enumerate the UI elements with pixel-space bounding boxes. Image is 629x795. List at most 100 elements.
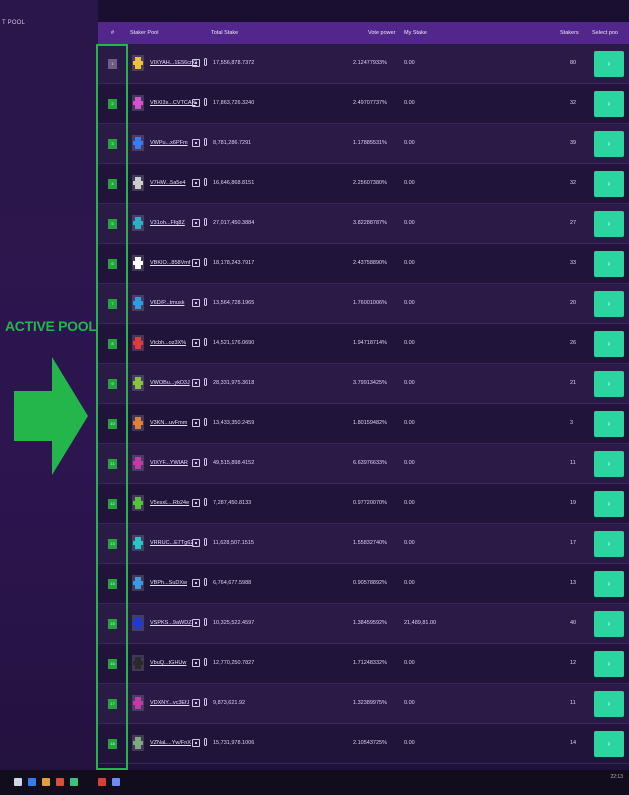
avatar-color: [135, 377, 141, 381]
pool-address-link[interactable]: VbuQ...tGHUw: [150, 660, 186, 666]
pool-address-link[interactable]: VBKIO...858Vmf: [150, 260, 190, 266]
link-icon[interactable]: [204, 178, 207, 186]
app-icon[interactable]: [70, 778, 78, 786]
pool-address-link[interactable]: VBXI3s...CVTCAN: [150, 100, 196, 106]
pool-address-link[interactable]: VIXYAH...1E56cnO: [150, 60, 197, 66]
copy-icon[interactable]: [192, 739, 200, 747]
app-icon[interactable]: [56, 778, 64, 786]
pool-address-link[interactable]: V7HW...5a5e4: [150, 180, 185, 186]
pool-address-link[interactable]: VSPKS...9aWDZ: [150, 620, 192, 626]
link-icon[interactable]: [204, 578, 207, 586]
header-vote-power: Vote power: [368, 30, 396, 36]
select-pool-button[interactable]: ›: [594, 331, 624, 357]
pool-address-link[interactable]: VWPu...x6PFm: [150, 140, 188, 146]
header-pool: Staker Pool: [130, 30, 159, 36]
pool-address-link[interactable]: VRRUC...E7Tg62: [150, 540, 193, 546]
app-icon[interactable]: [98, 778, 106, 786]
my-stake: 0.00: [404, 180, 415, 186]
app-icon[interactable]: [112, 778, 120, 786]
stakers-count: 19: [570, 500, 577, 506]
link-icon[interactable]: [204, 258, 207, 266]
table-row: 12 V5esxL...Rb24e 7,287,450.8133 0.97720070…: [98, 484, 629, 524]
copy-icon[interactable]: [192, 459, 200, 467]
copy-icon[interactable]: [192, 139, 200, 147]
pool-address-link[interactable]: V5esxL...Rb24e: [150, 500, 189, 506]
pool-address-link[interactable]: VZNaL...Yw/FnX: [150, 740, 191, 746]
copy-icon[interactable]: [192, 619, 200, 627]
copy-icon[interactable]: [192, 219, 200, 227]
vote-power: 1.17885531%: [353, 140, 387, 146]
select-pool-button[interactable]: ›: [594, 291, 624, 317]
select-pool-button[interactable]: ›: [594, 131, 624, 157]
pool-address-link[interactable]: V6D/P...tmusk: [150, 300, 184, 306]
pool-address-link[interactable]: VIXYF...YWIAR: [150, 460, 188, 466]
header-my-stake: My Stake: [404, 30, 427, 36]
table-row: 14 VBPh...SuDXw 6,764,677.5988 0.90578892% 0…: [98, 564, 629, 604]
link-icon[interactable]: [204, 418, 207, 426]
link-icon[interactable]: [204, 618, 207, 626]
pool-address-link[interactable]: VWOBu...ykD3J: [150, 380, 190, 386]
select-pool-button[interactable]: ›: [594, 731, 624, 757]
copy-icon[interactable]: [192, 259, 200, 267]
copy-icon[interactable]: [192, 699, 200, 707]
link-icon[interactable]: [204, 298, 207, 306]
vote-power: 6.63976633%: [353, 460, 387, 466]
pool-address-link[interactable]: VBPh...SuDXw: [150, 580, 187, 586]
select-pool-button[interactable]: ›: [594, 531, 624, 557]
vote-power: 2.12477933%: [353, 60, 387, 66]
link-icon[interactable]: [204, 698, 207, 706]
link-icon[interactable]: [204, 378, 207, 386]
total-stake: 15,731,978.1006: [213, 740, 255, 746]
pool-address-link[interactable]: Vtcbh...oz3X%: [150, 340, 186, 346]
my-stake: 0.00: [404, 220, 415, 226]
copy-icon[interactable]: [192, 659, 200, 667]
link-icon[interactable]: [204, 58, 207, 66]
pool-address-link[interactable]: VDXNY...vc3EfJ: [150, 700, 189, 706]
link-icon[interactable]: [204, 98, 207, 106]
table-row: 6 VBKIO...858Vmf 18,178,243.7917 2.43758890…: [98, 244, 629, 284]
avatar-color: [135, 177, 141, 181]
link-icon[interactable]: [204, 498, 207, 506]
select-pool-button[interactable]: ›: [594, 451, 624, 477]
link-icon[interactable]: [204, 218, 207, 226]
copy-icon[interactable]: [192, 539, 200, 547]
select-pool-button[interactable]: ›: [594, 651, 624, 677]
copy-icon[interactable]: [192, 59, 200, 67]
link-icon[interactable]: [204, 458, 207, 466]
copy-icon[interactable]: [192, 179, 200, 187]
copy-icon[interactable]: [192, 419, 200, 427]
copy-icon[interactable]: [192, 299, 200, 307]
copy-icon[interactable]: [192, 499, 200, 507]
link-icon[interactable]: [204, 138, 207, 146]
select-pool-button[interactable]: ›: [594, 371, 624, 397]
select-pool-button[interactable]: ›: [594, 611, 624, 637]
select-pool-button[interactable]: ›: [594, 251, 624, 277]
select-pool-button[interactable]: ›: [594, 211, 624, 237]
link-icon[interactable]: [204, 538, 207, 546]
copy-icon[interactable]: [192, 339, 200, 347]
select-pool-button[interactable]: ›: [594, 571, 624, 597]
select-pool-button[interactable]: ›: [594, 411, 624, 437]
link-icon[interactable]: [204, 658, 207, 666]
row-index: 4: [108, 179, 117, 189]
total-stake: 28,331,975.3618: [213, 380, 255, 386]
start-icon[interactable]: [14, 778, 22, 786]
select-pool-button[interactable]: ›: [594, 171, 624, 197]
pool-address-link[interactable]: V3KN...uvFmm: [150, 420, 187, 426]
pool-avatar-icon: [132, 175, 144, 191]
copy-icon[interactable]: [192, 579, 200, 587]
browser-icon[interactable]: [28, 778, 36, 786]
link-icon[interactable]: [204, 738, 207, 746]
link-icon[interactable]: [204, 338, 207, 346]
arrow-right-icon: [14, 357, 88, 475]
vote-power: 1.55832740%: [353, 540, 387, 546]
select-pool-button[interactable]: ›: [594, 691, 624, 717]
vote-power: 1.80159482%: [353, 420, 387, 426]
copy-icon[interactable]: [192, 99, 200, 107]
select-pool-button[interactable]: ›: [594, 491, 624, 517]
copy-icon[interactable]: [192, 379, 200, 387]
select-pool-button[interactable]: ›: [594, 51, 624, 77]
pool-address-link[interactable]: V31oh...Ffq8Z: [150, 220, 185, 226]
select-pool-button[interactable]: ›: [594, 91, 624, 117]
folder-icon[interactable]: [42, 778, 50, 786]
